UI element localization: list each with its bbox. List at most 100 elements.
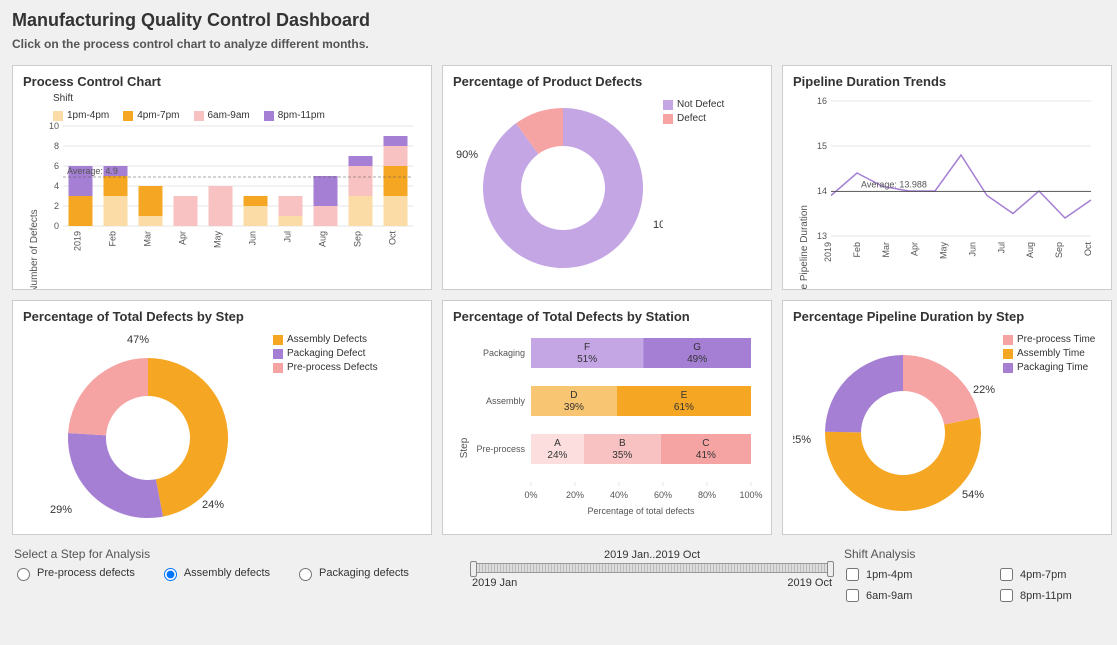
svg-text:25%: 25% [793, 434, 811, 446]
svg-text:Aug: Aug [318, 231, 328, 247]
svg-text:40%: 40% [610, 490, 628, 500]
defects-by-station-chart: PackagingF51%G49%AssemblyD39%E61%Pre-pro… [453, 328, 763, 528]
slider-thumb-max[interactable] [827, 561, 834, 577]
svg-text:E: E [681, 390, 688, 401]
svg-text:2: 2 [54, 201, 59, 211]
svg-text:6: 6 [54, 161, 59, 171]
svg-text:2019: 2019 [73, 231, 83, 251]
page-subtitle: Click on the process control chart to an… [12, 37, 1105, 51]
pipeline-trends-chart: 13141516Average: 13.9882019FebMarAprMayJ… [793, 93, 1103, 278]
y-axis-label: Number of Defects [29, 209, 40, 290]
svg-text:Oct: Oct [388, 231, 398, 246]
legend: Pre-process Time Assembly Time Packaging… [1003, 334, 1095, 528]
svg-text:Feb: Feb [852, 242, 862, 258]
svg-text:May: May [939, 242, 949, 260]
svg-text:15: 15 [817, 141, 827, 151]
slider-thumb-min[interactable] [470, 561, 477, 577]
svg-text:Jul: Jul [996, 242, 1006, 254]
legend: Shift 1pm-4pm 4pm-7pm 6am-9am 8pm-11pm [53, 93, 421, 121]
svg-text:8: 8 [54, 141, 59, 151]
svg-text:A: A [554, 438, 561, 449]
svg-text:14: 14 [817, 186, 827, 196]
card-duration-by-step: Percentage Pipeline Duration by Step 22%… [782, 300, 1112, 535]
svg-text:F: F [584, 342, 590, 353]
svg-text:Sep: Sep [1054, 242, 1064, 258]
svg-text:0: 0 [54, 221, 59, 231]
card-product-defects: Percentage of Product Defects 90% 10% Not… [442, 65, 772, 290]
svg-text:0%: 0% [524, 490, 537, 500]
shift-analysis-group: Shift Analysis 1pm-4pm 4pm-7pm 6am-9am 8… [842, 547, 1117, 605]
svg-text:Sep: Sep [353, 231, 363, 247]
radio-preprocess[interactable]: Pre-process defects [12, 565, 135, 581]
svg-text:Assembly: Assembly [486, 396, 526, 406]
svg-text:Apr: Apr [178, 231, 188, 245]
svg-text:Jul: Jul [283, 231, 293, 243]
product-defects-donut: 90% 10% [453, 93, 663, 283]
chk-1pm-4pm[interactable]: 1pm-4pm [842, 565, 968, 584]
card-defects-by-step: Percentage of Total Defects by Step 47% 2… [12, 300, 432, 535]
svg-text:47%: 47% [127, 334, 149, 346]
y-axis-label: Average Pipeline Duration [799, 205, 810, 290]
svg-text:51%: 51% [577, 354, 597, 365]
svg-text:4: 4 [54, 181, 59, 191]
card-title: Pipeline Duration Trends [793, 74, 1101, 89]
svg-text:Packaging: Packaging [483, 348, 525, 358]
radio-assembly[interactable]: Assembly defects [159, 565, 270, 581]
svg-text:20%: 20% [566, 490, 584, 500]
svg-text:Average: 4.9: Average: 4.9 [67, 166, 118, 176]
duration-by-step-donut: 22% 54% 25% [793, 328, 1003, 528]
svg-text:22%: 22% [973, 384, 995, 396]
chk-6am-9am[interactable]: 6am-9am [842, 586, 968, 605]
svg-text:24%: 24% [202, 499, 224, 511]
card-process-control: Process Control Chart Shift 1pm-4pm 4pm-… [12, 65, 432, 290]
svg-text:16: 16 [817, 96, 827, 106]
page-title: Manufacturing Quality Control Dashboard [12, 10, 1105, 31]
svg-text:Pre-process: Pre-process [476, 444, 525, 454]
svg-text:60%: 60% [654, 490, 672, 500]
svg-text:Feb: Feb [108, 231, 118, 247]
svg-text:B: B [619, 438, 626, 449]
svg-text:10%: 10% [653, 219, 663, 231]
card-pipeline-trends: Pipeline Duration Trends Average Pipelin… [782, 65, 1112, 290]
chk-8pm-11pm[interactable]: 8pm-11pm [996, 586, 1117, 605]
y-axis-label: Step [459, 438, 470, 459]
svg-text:May: May [213, 231, 223, 249]
svg-text:39%: 39% [564, 402, 584, 413]
svg-text:10: 10 [49, 121, 59, 131]
card-title: Percentage of Product Defects [453, 74, 761, 89]
svg-text:90%: 90% [456, 149, 478, 161]
svg-text:80%: 80% [698, 490, 716, 500]
svg-text:Percentage of total defects: Percentage of total defects [587, 506, 695, 516]
svg-text:41%: 41% [696, 450, 716, 461]
legend: Assembly Defects Packaging Defect Pre-pr… [273, 334, 378, 528]
svg-text:35%: 35% [612, 450, 632, 461]
svg-text:Aug: Aug [1025, 242, 1035, 258]
radio-packaging[interactable]: Packaging defects [294, 565, 409, 581]
svg-text:D: D [570, 390, 577, 401]
card-title: Percentage Pipeline Duration by Step [793, 309, 1101, 324]
svg-text:Jun: Jun [967, 242, 977, 257]
svg-text:C: C [702, 438, 709, 449]
svg-text:61%: 61% [674, 402, 694, 413]
svg-text:24%: 24% [547, 450, 567, 461]
svg-text:Jun: Jun [248, 231, 258, 246]
card-defects-by-station: Percentage of Total Defects by Station S… [442, 300, 772, 535]
svg-text:54%: 54% [962, 489, 984, 501]
svg-text:29%: 29% [50, 504, 72, 516]
svg-text:Oct: Oct [1083, 242, 1093, 257]
step-select-group: Select a Step for Analysis Pre-process d… [12, 547, 462, 605]
svg-text:100%: 100% [739, 490, 762, 500]
process-control-chart[interactable]: 02468102019FebMarAprMayJunJulAugSepOctAv… [23, 121, 423, 266]
card-title: Percentage of Total Defects by Step [23, 309, 421, 324]
svg-text:Average: 13.988: Average: 13.988 [861, 180, 927, 190]
svg-text:Mar: Mar [881, 242, 891, 258]
defects-by-step-donut: 47% 29% 24% [23, 328, 273, 528]
svg-text:49%: 49% [687, 354, 707, 365]
time-range-slider[interactable]: 2019 Jan..2019 Oct 2019 Jan 2019 Oct [472, 547, 832, 605]
svg-text:Apr: Apr [910, 242, 920, 256]
svg-text:2019: 2019 [823, 242, 833, 262]
shift-analysis-label: Shift Analysis [842, 547, 917, 561]
chk-4pm-7pm[interactable]: 4pm-7pm [996, 565, 1117, 584]
legend: Not Defect Defect [663, 99, 724, 283]
card-title: Process Control Chart [23, 74, 421, 89]
